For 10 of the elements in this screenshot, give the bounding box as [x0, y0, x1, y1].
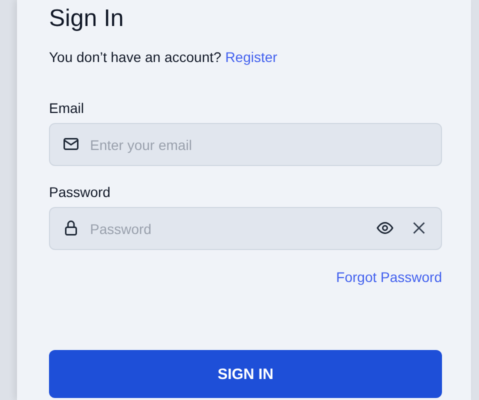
eye-icon[interactable] — [376, 219, 394, 237]
email-field[interactable]: Enter your email — [49, 123, 442, 166]
register-prompt: You don’t have an account? — [49, 49, 222, 65]
sign-in-button[interactable]: SIGN IN — [49, 350, 442, 398]
field-label: Password — [49, 183, 110, 201]
register-link[interactable]: Register — [225, 49, 278, 65]
password-field[interactable]: Password — [49, 207, 442, 250]
field-label: Email — [49, 99, 84, 117]
page-title: Sign In — [49, 4, 124, 34]
forgot-password-link[interactable]: Forgot Password — [336, 268, 442, 286]
